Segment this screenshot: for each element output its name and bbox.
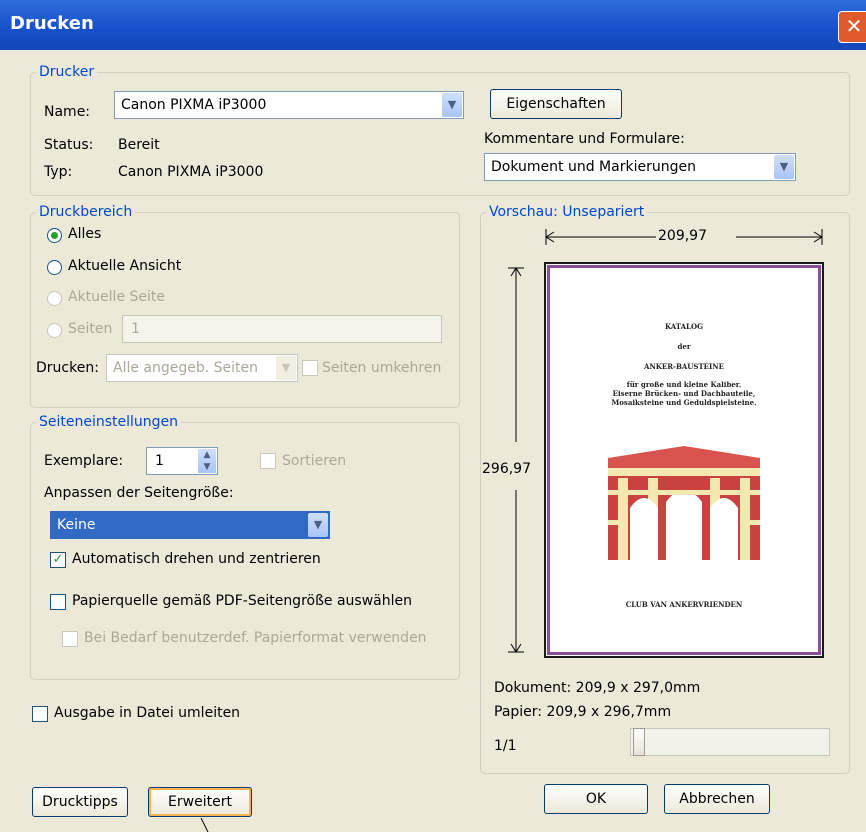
page-scaling-dropdown[interactable]: Keine ▼ (50, 511, 330, 539)
copies-value: 1 (155, 453, 164, 469)
comments-forms-label: Kommentare und Formulare: (484, 131, 685, 147)
advanced-button[interactable]: Erweitert (148, 787, 252, 817)
print-subset-label: Drucken: (36, 360, 99, 376)
custom-paper-checkbox (62, 631, 78, 647)
page-scaling-value: Keine (57, 517, 96, 533)
preview-height-label: 296,97 (482, 461, 531, 477)
radio-current-view-label[interactable]: Aktuelle Ansicht (68, 258, 181, 274)
printer-type-value: Canon PIXMA iP3000 (118, 164, 264, 180)
chevron-down-icon: ▼ (276, 356, 296, 380)
page-preview: KATALOG der ANKER-BAUSTEINE für große un… (544, 262, 824, 658)
chevron-down-icon[interactable]: ▼ (308, 513, 328, 537)
printer-name-value: Canon PIXMA iP3000 (121, 97, 267, 113)
preview-text-line4: für große und kleine Kaliber. (626, 380, 742, 389)
preview-text-katalog: KATALOG (664, 322, 704, 331)
annotation-pointer-line (200, 818, 209, 832)
preview-text-der: der (677, 342, 691, 351)
copies-label: Exemplare: (44, 453, 124, 469)
paper-source-label[interactable]: Papierquelle gemäß PDF-Seitengröße auswä… (72, 593, 412, 609)
preview-text-club: CLUB VAN ANKERVRIENDEN (625, 600, 743, 609)
paper-source-checkbox[interactable] (50, 594, 66, 610)
radio-current-page (47, 291, 62, 306)
radio-current-view[interactable] (47, 260, 62, 275)
pages-input: 1 (122, 315, 442, 343)
custom-paper-label: Bei Bedarf benutzerdef. Papierformat ver… (84, 630, 427, 646)
document-size-label: Dokument: 209,9 x 297,0mm (494, 680, 701, 696)
title-bar[interactable]: Drucken ✕ (0, 0, 866, 50)
preview-text-line5: Eiserne Brücken- und Dachbauteile, (612, 389, 756, 398)
print-range-legend: Druckbereich (39, 204, 133, 220)
close-icon: ✕ (845, 14, 863, 38)
printer-status-value: Bereit (118, 137, 160, 153)
page-setup-legend: Seiteneinstellungen (39, 414, 179, 430)
preview-width-label: 209,97 (658, 228, 707, 244)
print-to-file-label[interactable]: Ausgabe in Datei umleiten (54, 705, 240, 721)
printer-name-label: Name: (44, 104, 91, 120)
radio-pages (47, 323, 62, 338)
close-button[interactable]: ✕ (838, 11, 866, 43)
radio-pages-label: Seiten (68, 321, 113, 337)
paper-size-label: Papier: 209,9 x 296,7mm (494, 704, 672, 720)
pages-input-value: 1 (131, 321, 140, 337)
preview-text-line6: Mosaiksteine und Geduldspielsteine. (611, 398, 757, 407)
collate-label: Sortieren (282, 453, 347, 469)
radio-all[interactable] (47, 228, 62, 243)
preview-text-anker: ANKER-BAUSTEINE (643, 362, 725, 371)
printer-name-dropdown[interactable]: Canon PIXMA iP3000 ▼ (114, 91, 464, 119)
page-counter: 1/1 (494, 738, 517, 754)
auto-rotate-label[interactable]: Automatisch drehen und zentrieren (72, 551, 321, 567)
print-subset-dropdown: Alle angegeb. Seiten ▼ (106, 354, 298, 382)
anker-arch-illustration (608, 446, 760, 560)
ok-button[interactable]: OK (544, 784, 648, 814)
printer-group-legend: Drucker (39, 64, 95, 80)
chevron-down-icon[interactable]: ▼ (442, 93, 462, 117)
printer-status-label: Status: (44, 137, 94, 153)
preview-legend: Vorschau: Unsepariert (489, 204, 645, 220)
print-to-file-checkbox[interactable] (32, 706, 48, 722)
radio-current-page-label: Aktuelle Seite (68, 289, 165, 305)
chevron-down-icon[interactable]: ▼ (774, 155, 794, 179)
comments-forms-value: Dokument und Markierungen (491, 159, 696, 175)
reverse-pages-label: Seiten umkehren (322, 360, 442, 376)
properties-button[interactable]: Eigenschaften (490, 89, 622, 119)
dialog-title: Drucken (10, 13, 94, 34)
page-slider-thumb[interactable] (633, 728, 645, 756)
page-scaling-label: Anpassen der Seitengröße: (44, 485, 234, 501)
auto-rotate-checkbox[interactable]: ✓ (50, 552, 66, 568)
comments-forms-dropdown[interactable]: Dokument und Markierungen ▼ (484, 153, 796, 181)
checkmark-icon: ✓ (52, 552, 64, 567)
cancel-button[interactable]: Abbrechen (664, 784, 770, 814)
copies-input[interactable]: 1 ▲ ▼ (146, 447, 218, 475)
page-slider-track[interactable] (630, 728, 830, 756)
spinner-arrows-icon[interactable]: ▲ ▼ (198, 449, 216, 473)
print-subset-value: Alle angegeb. Seiten (113, 360, 259, 376)
printer-type-label: Typ: (44, 164, 73, 180)
print-dialog: Drucken ✕ Drucker Name: Canon PIXMA iP30… (0, 0, 866, 832)
collate-checkbox (260, 453, 276, 469)
reverse-pages-checkbox (302, 360, 318, 376)
print-tips-button[interactable]: Drucktipps (32, 787, 128, 817)
radio-all-label[interactable]: Alles (68, 226, 101, 242)
